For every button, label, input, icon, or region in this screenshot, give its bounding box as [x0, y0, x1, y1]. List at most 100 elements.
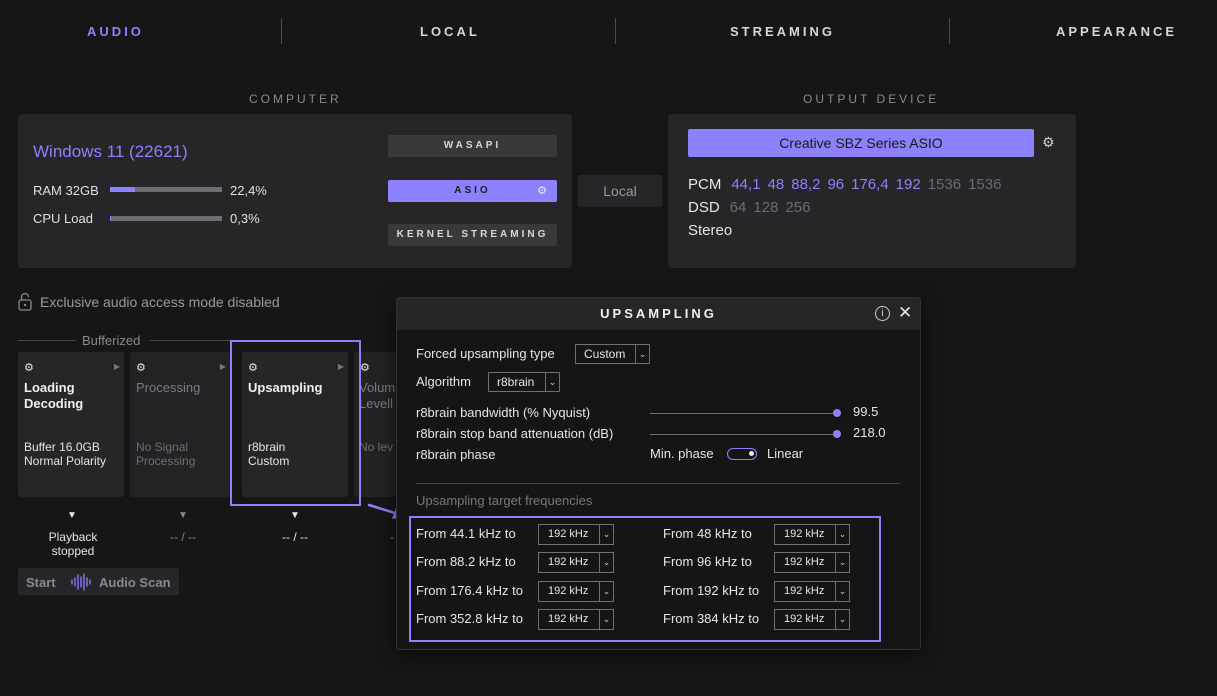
stopband-label: r8brain stop band attenuation (dB)	[416, 426, 614, 441]
phase-label: r8brain phase	[416, 447, 496, 462]
forced-type-select[interactable]: Custom ⌄	[575, 344, 650, 364]
chevron-down-icon: ⌄	[545, 373, 559, 391]
pcm-label: PCM	[688, 176, 722, 193]
cpu-meter	[110, 216, 222, 221]
tab-audio[interactable]: AUDIO	[87, 24, 144, 39]
highlight-frame	[230, 340, 361, 506]
dsd-label: DSD	[688, 199, 720, 216]
gear-icon[interactable]: ⚙	[537, 180, 547, 202]
asio-button[interactable]: ASIO ⚙	[388, 180, 557, 202]
gear-icon[interactable]: ⚙	[360, 361, 370, 374]
slider-handle[interactable]	[833, 430, 841, 438]
info-icon[interactable]: i	[875, 306, 890, 321]
dialog-title: UPSAMPLING	[600, 306, 717, 321]
phase-min-label: Min. phase	[650, 446, 714, 461]
card-title: Processing	[136, 380, 201, 395]
pcm-rate: 1536	[927, 176, 962, 193]
processing-status: -- / --	[170, 530, 196, 544]
volume-status: -	[390, 530, 394, 544]
output-panel: Creative SBZ Series ASIO ⚙ PCM 44,1 48 88,2…	[668, 114, 1076, 268]
card-info: No lev	[359, 440, 394, 454]
asio-label: ASIO	[454, 185, 491, 196]
stopband-value: 218.0	[853, 425, 886, 440]
targets-title: Upsampling target frequencies	[416, 493, 593, 508]
algorithm-label: Algorithm	[416, 374, 471, 389]
local-button[interactable]: Local	[578, 175, 662, 207]
pipeline-card-loading[interactable]: ⚙ ▶ Loading Decoding Buffer 16.0GB Norma…	[18, 352, 124, 497]
start-scan-label[interactable]: Start	[26, 575, 56, 590]
pcm-rate: 176,4	[851, 176, 889, 193]
tab-divider	[281, 18, 282, 44]
waveform-icon	[71, 573, 91, 591]
computer-panel: Windows 11 (22621) RAM 32GB 22,4% CPU Lo…	[18, 114, 572, 268]
dsd-rate: 256	[785, 199, 811, 216]
tab-local[interactable]: LOCAL	[420, 24, 480, 39]
channel-mode: Stereo	[688, 222, 733, 239]
phase-linear-label: Linear	[767, 446, 804, 461]
chevron-down-icon: ▼	[290, 510, 300, 521]
audio-scan-label: Audio Scan	[99, 575, 171, 590]
algorithm-select[interactable]: r8brain ⌄	[488, 372, 560, 392]
tab-streaming[interactable]: STREAMING	[730, 24, 835, 39]
pcm-rate: 48	[767, 176, 785, 193]
algorithm-value: r8brain	[497, 375, 535, 389]
chevron-down-icon: ⌄	[635, 345, 649, 363]
card-info: Buffer 16.0GB Normal Polarity	[24, 440, 107, 468]
playback-status: Playback stopped	[48, 530, 98, 558]
pcm-rates: PCM 44,1 48 88,2 96 176,4 192 1536 1536	[688, 176, 1008, 193]
unlock-icon	[18, 292, 32, 311]
chevron-down-icon: ▼	[67, 510, 77, 521]
dsd-rate: 128	[753, 199, 779, 216]
output-section-title: OUTPUT DEVICE	[803, 92, 940, 106]
ram-label: RAM 32GB	[33, 183, 99, 198]
gear-icon[interactable]: ⚙	[136, 361, 146, 374]
divider	[18, 340, 76, 341]
close-icon[interactable]: ✕	[898, 303, 912, 323]
slider-handle[interactable]	[833, 409, 841, 417]
output-device-button[interactable]: Creative SBZ Series ASIO	[688, 129, 1034, 157]
chevron-down-icon: ▼	[178, 510, 188, 521]
tab-divider	[949, 18, 950, 44]
play-arrow-icon: ▶	[113, 362, 120, 371]
kernel-streaming-label: KERNEL STREAMING	[396, 229, 549, 240]
card-title: Loading Decoding	[24, 380, 84, 411]
cpu-value: 0,3%	[230, 211, 260, 226]
bandwidth-slider[interactable]	[650, 409, 841, 417]
card-info: No Signal Processing	[136, 440, 196, 468]
bandwidth-value: 99.5	[853, 404, 879, 419]
exclusive-mode-label: Exclusive audio access mode disabled	[40, 293, 280, 310]
phase-toggle[interactable]	[727, 448, 757, 460]
wasapi-button[interactable]: WASAPI	[388, 135, 557, 157]
stopband-slider[interactable]	[650, 430, 841, 438]
exclusive-mode-status: Exclusive audio access mode disabled	[18, 292, 280, 311]
audio-scan-bar[interactable]: Start Audio Scan	[18, 568, 179, 595]
card-title: Volum Levell	[359, 380, 396, 411]
highlight-frame	[409, 516, 881, 642]
bufferized-label: Bufferized	[82, 333, 141, 348]
forced-type-label: Forced upsampling type	[416, 346, 555, 361]
pcm-rate: 44,1	[731, 176, 761, 193]
pcm-rate: 1536	[968, 176, 1002, 193]
ram-value: 22,4%	[230, 183, 267, 198]
gear-icon[interactable]: ⚙	[24, 361, 34, 374]
pcm-rate: 192	[895, 176, 921, 193]
ram-meter	[110, 187, 222, 192]
pcm-rate: 88,2	[791, 176, 821, 193]
os-name: Windows 11 (22621)	[33, 142, 188, 161]
cpu-label: CPU Load	[33, 211, 93, 226]
bandwidth-label: r8brain bandwidth (% Nyquist)	[416, 405, 591, 420]
dsd-rates: DSD 64 128 256	[688, 199, 817, 216]
tab-divider	[615, 18, 616, 44]
upsampling-status: -- / --	[282, 530, 308, 544]
gear-icon[interactable]: ⚙	[1042, 134, 1055, 151]
pcm-rate: 96	[827, 176, 845, 193]
divider	[416, 483, 900, 484]
pipeline-card-processing[interactable]: ⚙ ▶ Processing No Signal Processing	[130, 352, 230, 497]
tab-appearance[interactable]: APPEARANCE	[1056, 24, 1177, 39]
kernel-streaming-button[interactable]: KERNEL STREAMING	[388, 224, 557, 246]
play-arrow-icon: ▶	[219, 362, 226, 371]
divider	[150, 340, 230, 341]
forced-type-value: Custom	[584, 347, 626, 361]
dsd-rate: 64	[729, 199, 747, 216]
wasapi-label: WASAPI	[443, 140, 502, 151]
